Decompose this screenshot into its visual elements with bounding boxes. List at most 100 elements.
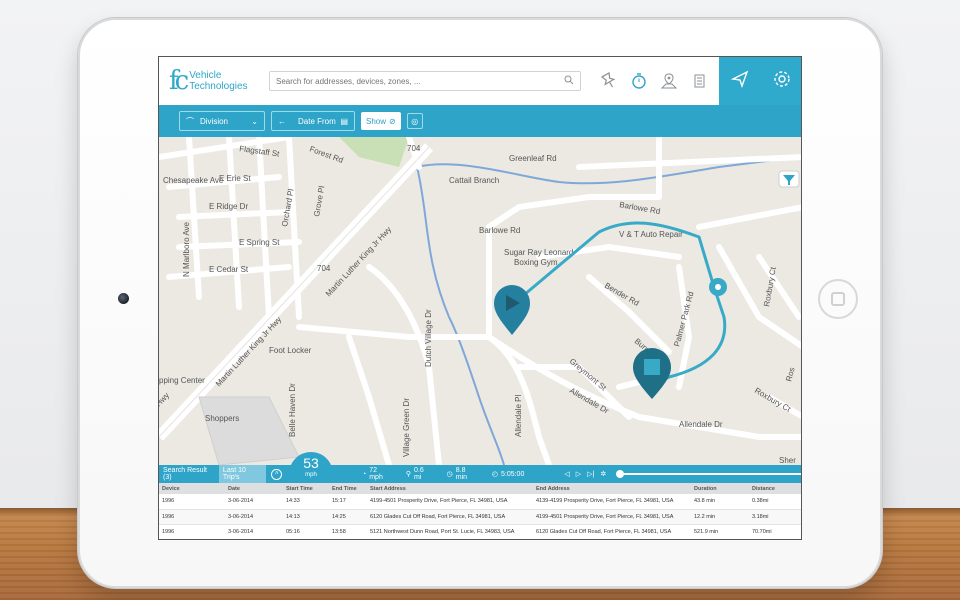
- search-icon[interactable]: [564, 75, 574, 87]
- playback-controls: ◁ ▷ ▷| ✲: [564, 470, 606, 478]
- show-label: Show: [366, 116, 387, 126]
- date-from-field[interactable]: ← Date From ▤: [271, 111, 355, 131]
- cell: 0.38mi: [749, 494, 801, 510]
- logo[interactable]: fc Vehicle Technologies: [169, 68, 261, 94]
- street-label: Roxbury Ct: [753, 386, 793, 414]
- stopwatch-icon: ◴: [491, 471, 498, 478]
- street-label: Chesapeake Ave: [163, 176, 224, 185]
- map-filter-button[interactable]: [778, 170, 800, 188]
- col-header[interactable]: Device: [159, 483, 225, 494]
- street-label: Belle Haven Dr: [288, 383, 297, 437]
- document-icon[interactable]: [689, 71, 709, 91]
- show-button[interactable]: Show ⊘: [361, 112, 401, 130]
- cell: 4139-4199 Prosperity Drive, Fort Pierce,…: [533, 494, 691, 510]
- target-icon: ◎: [411, 116, 419, 126]
- logo-text: Vehicle Technologies: [189, 70, 247, 92]
- clock-icon: ◷: [446, 471, 453, 478]
- street-label: V & T Auto Repair: [619, 230, 683, 239]
- division-icon: ⌒: [186, 116, 194, 126]
- street-label: E Ridge Dr: [209, 202, 248, 211]
- map-view[interactable]: Flagstaff St Forest Rd Chesapeake Ave E …: [159, 137, 802, 465]
- duration-value: 8.8 min: [455, 467, 468, 481]
- street-label: E Spring St: [239, 238, 280, 247]
- cell: 1996: [159, 494, 225, 510]
- poi-label: Hwy: [159, 391, 171, 409]
- trip-bar: Search Result (3) Last 10 Trip's ˄ ◔ 72 …: [159, 465, 801, 483]
- tab-last-trips[interactable]: Last 10 Trip's: [218, 465, 267, 483]
- tab-search-result[interactable]: Search Result (3): [159, 465, 219, 483]
- table-row[interactable]: 1996 3-06-2014 14:33 15:17 4199-4501 Pro…: [159, 494, 801, 510]
- target-button[interactable]: ◎: [406, 113, 423, 129]
- speed-value: 53: [303, 455, 319, 471]
- cell: 4199-4501 Prosperity Drive, Fort Pierce,…: [367, 494, 533, 510]
- table-row[interactable]: 1996 3-06-2014 14:13 14:25 6120 Glades C…: [159, 509, 801, 525]
- rewind-icon[interactable]: ◁: [564, 470, 569, 478]
- col-header[interactable]: Date: [225, 483, 283, 494]
- settings-icon[interactable]: [772, 69, 792, 94]
- shield-label: 704: [317, 264, 331, 273]
- cell: 4199-4501 Prosperity Drive, Fort Pierce,…: [533, 509, 691, 525]
- home-button[interactable]: [818, 279, 858, 319]
- street-label: Palmer Park Rd: [672, 291, 695, 348]
- time-value: 5:05:00: [500, 470, 525, 478]
- logo-line2: Technologies: [189, 81, 248, 92]
- playback-slider-knob[interactable]: [616, 470, 625, 478]
- col-header[interactable]: End Time: [329, 483, 367, 494]
- logo-mark: fc: [169, 66, 189, 96]
- waypoint-marker[interactable]: [709, 278, 727, 296]
- cell: 3-06-2014: [225, 494, 283, 510]
- col-header[interactable]: End Address: [533, 483, 691, 494]
- map-canvas[interactable]: Flagstaff St Forest Rd Chesapeake Ave E …: [159, 137, 802, 465]
- cell: 6120 Glades Cut Off Road, Fort Pierce, F…: [367, 509, 533, 525]
- timer-icon[interactable]: [629, 71, 649, 91]
- street-label: Allendale Dr: [679, 420, 723, 429]
- street-label: Forest Rd: [308, 144, 344, 164]
- col-header[interactable]: Duration: [691, 483, 749, 494]
- division-select[interactable]: ⌒ Division ⌄: [179, 111, 265, 131]
- skip-icon[interactable]: ▷|: [587, 470, 594, 478]
- col-header[interactable]: Start Address: [367, 483, 533, 494]
- street-label: Dutch Village Dr: [424, 309, 433, 367]
- playback-slider[interactable]: [616, 470, 801, 478]
- date-from-label: Date From: [298, 116, 336, 126]
- logo-line1: Vehicle: [189, 70, 222, 81]
- top-right-actions: [719, 57, 801, 105]
- cell: 1996: [159, 509, 225, 525]
- start-marker[interactable]: [494, 285, 530, 335]
- search-box[interactable]: [269, 71, 581, 91]
- send-icon[interactable]: [730, 69, 750, 94]
- speed-gauge: 53 mph: [289, 452, 333, 483]
- street-label: Barlowe Rd: [619, 200, 661, 216]
- map-location-icon[interactable]: [659, 71, 679, 91]
- trip-table: Device Date Start Time End Time Start Ad…: [159, 483, 801, 539]
- cell: 5121 Northwest Dunn Road, Port St. Lucie…: [367, 524, 533, 539]
- street-label: Grove Pl: [312, 185, 326, 217]
- street-label: Village Green Dr: [402, 398, 411, 457]
- cell: 70.70mi: [749, 524, 801, 539]
- app-screen: fc Vehicle Technologies Search for addre…: [158, 56, 802, 540]
- pin-icon[interactable]: [599, 71, 619, 91]
- col-header[interactable]: Start Time: [283, 483, 329, 494]
- speed-icon[interactable]: ✲: [600, 470, 606, 478]
- calendar-icon: ▤: [340, 116, 348, 126]
- play-icon[interactable]: ▷: [576, 470, 581, 478]
- chevron-down-icon: ⌄: [251, 116, 258, 126]
- shopping-area: [198, 396, 300, 465]
- cell: 6120 Glades Cut Off Road, Fort Pierce, F…: [533, 524, 691, 539]
- street-label: Martin Luther King Jr Hwy: [324, 225, 393, 298]
- camera-icon: [118, 293, 129, 304]
- end-marker[interactable]: [633, 348, 671, 399]
- poi-label: Shoppers: [205, 414, 239, 423]
- poi-label: Foot Locker: [269, 346, 312, 355]
- cell: 14:33: [283, 494, 329, 510]
- chevron-up-icon[interactable]: ˄: [271, 468, 282, 480]
- speed-unit: mph: [305, 472, 317, 478]
- search-input[interactable]: [276, 76, 564, 86]
- col-header[interactable]: Distance: [749, 483, 801, 494]
- street-label: Sher: [779, 456, 796, 465]
- cell: 14:25: [329, 509, 367, 525]
- street-label: E Erie St: [219, 174, 251, 183]
- cell: 3-06-2014: [225, 509, 283, 525]
- street-label: Boxing Gym: [514, 258, 558, 267]
- table-row[interactable]: 1996 3-06-2014 05:16 13:58 5121 Northwes…: [159, 524, 801, 539]
